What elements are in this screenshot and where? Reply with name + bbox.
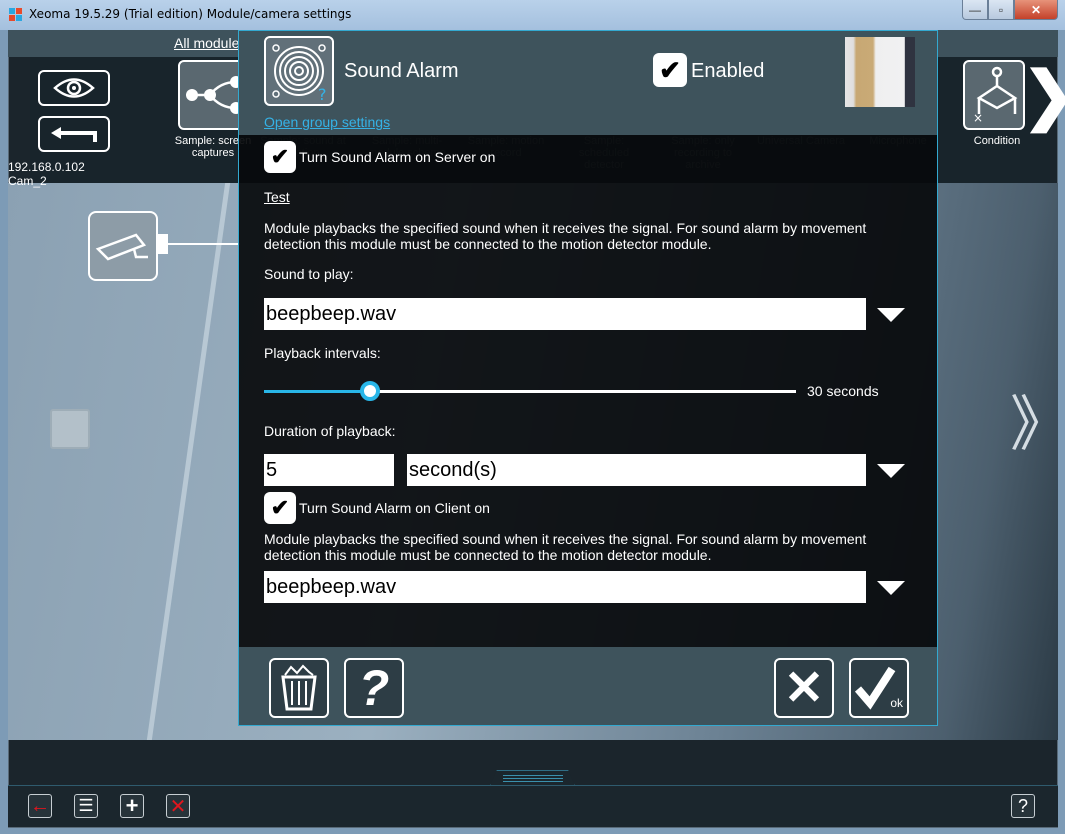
back-button[interactable] [38, 116, 110, 152]
bottom-list-button[interactable]: ☰ [74, 794, 98, 818]
module-bar-next-arrow[interactable]: ❯ [1022, 60, 1065, 130]
close-icon: ✕ [1030, 2, 1042, 17]
duration-label: Duration of playback: [264, 423, 396, 439]
help-button[interactable]: ? [344, 658, 404, 718]
module-icon-button[interactable]: ? [264, 36, 334, 106]
ok-button[interactable]: ok [849, 658, 909, 718]
bottom-back-button[interactable]: ← [28, 794, 52, 818]
enabled-checkbox[interactable]: ✔ [653, 53, 687, 87]
bottom-add-button[interactable]: + [120, 793, 144, 818]
server-sound-label: Turn Sound Alarm on Server on [299, 149, 496, 165]
playback-interval-value: 30 seconds [807, 383, 879, 399]
camera-thumbnail[interactable] [845, 37, 915, 107]
help-icon: ? [1017, 795, 1028, 816]
sound-to-play-label: Sound to play: [264, 266, 354, 282]
trash-icon [281, 664, 317, 711]
camera-node[interactable] [88, 211, 158, 281]
eye-icon [53, 78, 95, 98]
module-settings-dialog: ? Sound Alarm ✔ Enabled Open group setti… [238, 30, 938, 726]
minimize-button[interactable]: — [962, 0, 988, 20]
speaker-icon: ? [272, 44, 327, 104]
server-sound-select[interactable]: beepbeep.wav [264, 298, 866, 330]
client-sound-label: Turn Sound Alarm on Client on [299, 500, 490, 516]
slider-thumb[interactable] [360, 381, 381, 401]
minimize-icon: — [969, 2, 981, 17]
client-description: Module playbacks the specified sound whe… [264, 531, 867, 563]
camera-node-port[interactable] [158, 234, 168, 254]
preview-button[interactable] [38, 70, 110, 106]
all-modules-link[interactable]: All modules [174, 35, 246, 51]
flow-nodes-icon [186, 76, 242, 114]
question-icon: ? [358, 660, 390, 716]
back-arrow-icon: ← [30, 794, 50, 817]
double-chevron-right-icon[interactable]: 》 [1010, 390, 1065, 460]
ok-label: ok [890, 696, 903, 710]
server-sound-checkbox[interactable]: ✔ [264, 141, 296, 173]
maximize-button[interactable]: ▫ [988, 0, 1014, 20]
maximize-icon: ▫ [998, 2, 1004, 17]
open-group-settings-link[interactable]: Open group settings [264, 114, 390, 130]
checkmark-icon: ✔ [270, 144, 290, 169]
close-window-button[interactable]: ✕ [1014, 0, 1058, 20]
return-arrow-icon [51, 127, 97, 142]
playback-intervals-label: Playback intervals: [264, 345, 381, 361]
checkmark-icon: ✔ [270, 495, 290, 520]
server-description: Module playbacks the specified sound whe… [264, 220, 867, 252]
list-icon: ☰ [78, 796, 94, 815]
slider-fill [264, 390, 371, 393]
window-title: Xeoma 19.5.29 (Trial edition) Module/cam… [29, 7, 352, 21]
test-link[interactable]: Test [264, 189, 290, 205]
client-sound-select[interactable]: beepbeep.wav [264, 571, 866, 603]
duration-unit-select[interactable]: second(s) [407, 454, 866, 486]
svg-text:×: × [973, 111, 983, 125]
enabled-label: Enabled [691, 60, 765, 82]
bottom-drawer-handle[interactable] [490, 770, 575, 786]
playback-interval-slider[interactable] [264, 381, 796, 401]
condition-icon: × [973, 66, 1018, 125]
video-light-switch [50, 409, 90, 449]
chevron-down-icon[interactable] [877, 308, 905, 322]
client-sound-checkbox[interactable]: ✔ [264, 492, 296, 524]
cancel-button[interactable]: ✕ [774, 658, 834, 718]
duration-input[interactable]: 5 [264, 454, 394, 486]
module-title: Sound Alarm [344, 60, 459, 82]
module-tile-condition[interactable]: × [963, 60, 1025, 130]
chevron-down-icon[interactable] [877, 581, 905, 595]
delete-module-button[interactable] [269, 658, 329, 718]
bottom-help-button[interactable]: ? [1011, 794, 1035, 818]
bottom-delete-button[interactable]: ✕ [166, 794, 190, 818]
cancel-x-icon: ✕ [783, 662, 825, 715]
svg-text:?: ? [318, 85, 327, 104]
camera-ip: 192.168.0.102 [8, 160, 85, 174]
camera-node-connector [168, 243, 240, 245]
window-titlebar: Xeoma 19.5.29 (Trial edition) Module/cam… [0, 0, 1065, 30]
delete-x-icon: ✕ [169, 795, 187, 818]
plus-icon: + [125, 793, 139, 818]
camera-info: 192.168.0.102 Cam_2 [8, 160, 85, 188]
module-label: Condition [973, 135, 1021, 147]
camera-name: Cam_2 [8, 174, 47, 188]
checkmark-icon: ✔ [659, 54, 681, 85]
chevron-down-icon[interactable] [877, 464, 905, 478]
surveillance-camera-icon [95, 233, 148, 261]
video-door-edge [146, 183, 231, 740]
xeoma-app-icon [9, 8, 23, 22]
